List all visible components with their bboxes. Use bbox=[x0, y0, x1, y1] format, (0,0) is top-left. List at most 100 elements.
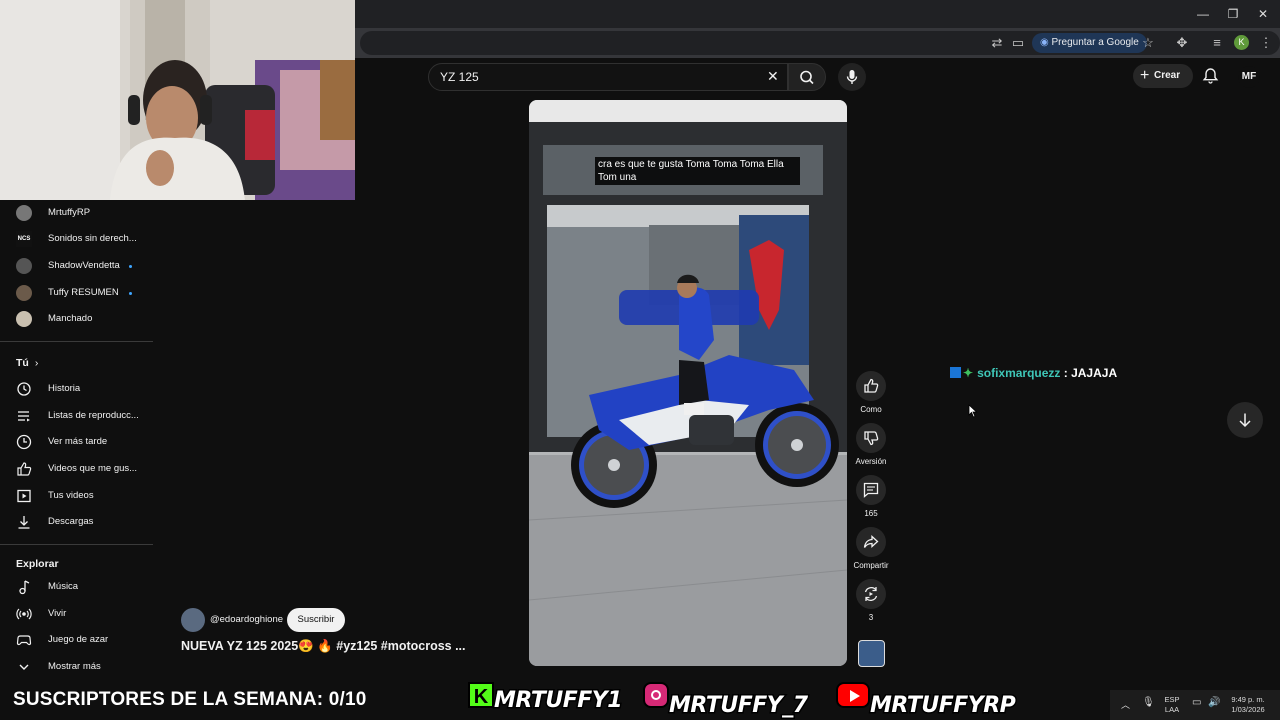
instagram-handle-text: MRTUFFY_7 bbox=[668, 692, 810, 720]
channel-avatar[interactable] bbox=[181, 608, 205, 632]
sidebar-item-label: ShadowVendetta bbox=[48, 260, 120, 271]
voice-search-button[interactable] bbox=[838, 63, 866, 91]
reading-list-icon[interactable]: ≡ bbox=[1208, 34, 1226, 52]
sidebar-item-sub-1[interactable]: MrtuffyRP bbox=[0, 200, 153, 226]
kick-handle: K MRTUFFY1 bbox=[468, 682, 624, 715]
sidebar-divider bbox=[0, 544, 153, 545]
sidebar-item-sub-5[interactable]: Manchado bbox=[0, 306, 153, 332]
like-button[interactable] bbox=[856, 371, 886, 401]
browser-menu-icon[interactable]: ⋮ bbox=[1257, 34, 1275, 52]
live-icon bbox=[16, 608, 32, 620]
sidebar-item-label: Tus videos bbox=[48, 490, 94, 501]
sidebar-item-label: Descargas bbox=[48, 516, 94, 527]
volume-icon[interactable]: 🔊 bbox=[1208, 697, 1220, 708]
channel-avatar bbox=[16, 285, 32, 301]
comments-button[interactable] bbox=[856, 475, 886, 505]
sidebar-item-gaming[interactable]: Juego de azar bbox=[0, 627, 153, 653]
restore-icon[interactable]: ❐ bbox=[1218, 4, 1248, 24]
sidebar-item-label: Mostrar más bbox=[48, 661, 101, 672]
sidebar-item-watch-later[interactable]: Ver más tarde bbox=[0, 429, 153, 455]
video-caption: cra es que te gusta Toma Toma Toma Ella … bbox=[595, 157, 800, 185]
ask-google-label: Preguntar a Google bbox=[1051, 37, 1139, 48]
playlists-icon bbox=[18, 411, 30, 422]
chat-username: sofixmarquezz bbox=[977, 366, 1061, 380]
instagram-handle: MRTUFFY_7 bbox=[643, 682, 810, 720]
remix-icon bbox=[864, 587, 878, 601]
language-line-2: LAA bbox=[1164, 705, 1180, 714]
profile-avatar[interactable]: K bbox=[1234, 35, 1249, 50]
kick-logo-icon: K bbox=[468, 682, 494, 708]
next-short-button[interactable] bbox=[1227, 402, 1263, 438]
sidebar-item-sub-3[interactable]: ShadowVendetta bbox=[0, 253, 153, 279]
clock[interactable]: 9:49 p. m. 1/03/2026 bbox=[1222, 695, 1274, 715]
channel-name[interactable]: @edoardoghione bbox=[210, 614, 283, 625]
thumbs-up-icon bbox=[864, 378, 879, 393]
sidebar-item-sub-4[interactable]: Tuffy RESUMEN bbox=[0, 280, 153, 306]
downloads-icon bbox=[18, 516, 30, 529]
arrow-down-icon bbox=[1239, 413, 1251, 428]
language-indicator[interactable]: ESP LAA bbox=[1160, 695, 1184, 715]
channel-avatar bbox=[16, 205, 32, 221]
language-line-1: ESP bbox=[1164, 695, 1180, 704]
share-label: Compartir bbox=[853, 561, 889, 570]
sidebar-item-history[interactable]: Historia bbox=[0, 376, 153, 402]
sidebar-item-live[interactable]: Vivir bbox=[0, 601, 153, 627]
bookmark-star-icon[interactable]: ☆ bbox=[1139, 34, 1157, 52]
sidebar-item-playlists[interactable]: Listas de reproducc... bbox=[0, 403, 153, 429]
tray-microphone-icon[interactable]: 🎙 bbox=[1142, 697, 1155, 708]
remix-button[interactable] bbox=[856, 579, 886, 609]
sidebar-item-liked-videos[interactable]: Videos que me gus... bbox=[0, 456, 153, 482]
short-title[interactable]: NUEVA YZ 125 2025😍 🔥 #yz125 #motocross .… bbox=[181, 639, 466, 654]
translate-icon[interactable]: ⇄ bbox=[988, 34, 1006, 52]
youtube-play-icon bbox=[850, 690, 860, 702]
chat-text: : JAJAJA bbox=[1060, 366, 1118, 380]
chevron-right-icon: › bbox=[34, 357, 39, 369]
sidebar-item-sub-2[interactable]: NCS Sonidos sin derech... bbox=[0, 226, 153, 252]
sidebar-item-label: Videos que me gus... bbox=[48, 463, 138, 474]
cast-icon[interactable]: ▭ bbox=[1009, 34, 1027, 52]
notifications-button[interactable] bbox=[1202, 67, 1219, 90]
channel-avatar bbox=[16, 311, 32, 327]
new-content-dot bbox=[129, 265, 132, 268]
subscribe-button[interactable]: Suscribir bbox=[287, 608, 345, 632]
music-icon bbox=[19, 580, 30, 595]
remix-count: 3 bbox=[868, 613, 874, 622]
sidebar-item-label: Música bbox=[48, 581, 79, 592]
search-input[interactable] bbox=[428, 63, 788, 91]
sidebar-item-label: Sonidos sin derech... bbox=[48, 233, 137, 244]
account-avatar[interactable]: MF bbox=[1238, 66, 1260, 88]
tray-chevron-up-icon[interactable]: ︿ bbox=[1121, 698, 1130, 711]
you-heading[interactable]: Tú › bbox=[16, 357, 38, 369]
clear-search-icon[interactable]: ✕ bbox=[767, 68, 779, 85]
sidebar-item-your-videos[interactable]: Tus videos bbox=[0, 483, 153, 509]
sidebar-item-music[interactable]: Música bbox=[0, 574, 153, 600]
extensions-icon[interactable]: ✥ bbox=[1173, 34, 1191, 52]
channel-avatar bbox=[16, 258, 32, 274]
sound-thumbnail[interactable] bbox=[858, 640, 885, 667]
sidebar-divider bbox=[0, 341, 153, 342]
you-heading-label: Tú bbox=[16, 357, 29, 369]
ask-google-button[interactable]: ◉ Preguntar a Google bbox=[1032, 33, 1147, 53]
share-icon bbox=[863, 535, 879, 548]
ncs-logo-icon: NCS bbox=[16, 231, 32, 247]
microphone-icon bbox=[846, 70, 858, 84]
google-lens-icon: ◉ bbox=[1040, 37, 1052, 48]
liked-videos-icon bbox=[17, 462, 32, 476]
sidebar-item-show-more[interactable]: Mostrar más bbox=[0, 654, 153, 680]
search-button[interactable] bbox=[788, 63, 826, 91]
sidebar-item-label: Historia bbox=[48, 383, 81, 394]
network-icon[interactable]: ▭ bbox=[1192, 697, 1201, 708]
share-button[interactable] bbox=[856, 527, 886, 557]
dislike-button[interactable] bbox=[856, 423, 886, 453]
history-icon bbox=[17, 382, 31, 396]
kick-handle-text: MRTUFFY1 bbox=[492, 687, 624, 715]
youtube-handle: MRTUFFYRP bbox=[836, 682, 1017, 720]
watch-later-icon bbox=[16, 434, 32, 450]
bell-icon bbox=[1202, 68, 1219, 84]
sidebar-item-label: Manchado bbox=[48, 313, 93, 324]
like-label: Como bbox=[860, 405, 882, 414]
clock-time: 9:49 p. m. bbox=[1231, 695, 1265, 704]
close-window-icon[interactable]: ✕ bbox=[1248, 4, 1278, 24]
sidebar-item-downloads[interactable]: Descargas bbox=[0, 509, 153, 535]
minimize-icon[interactable]: — bbox=[1188, 4, 1218, 24]
